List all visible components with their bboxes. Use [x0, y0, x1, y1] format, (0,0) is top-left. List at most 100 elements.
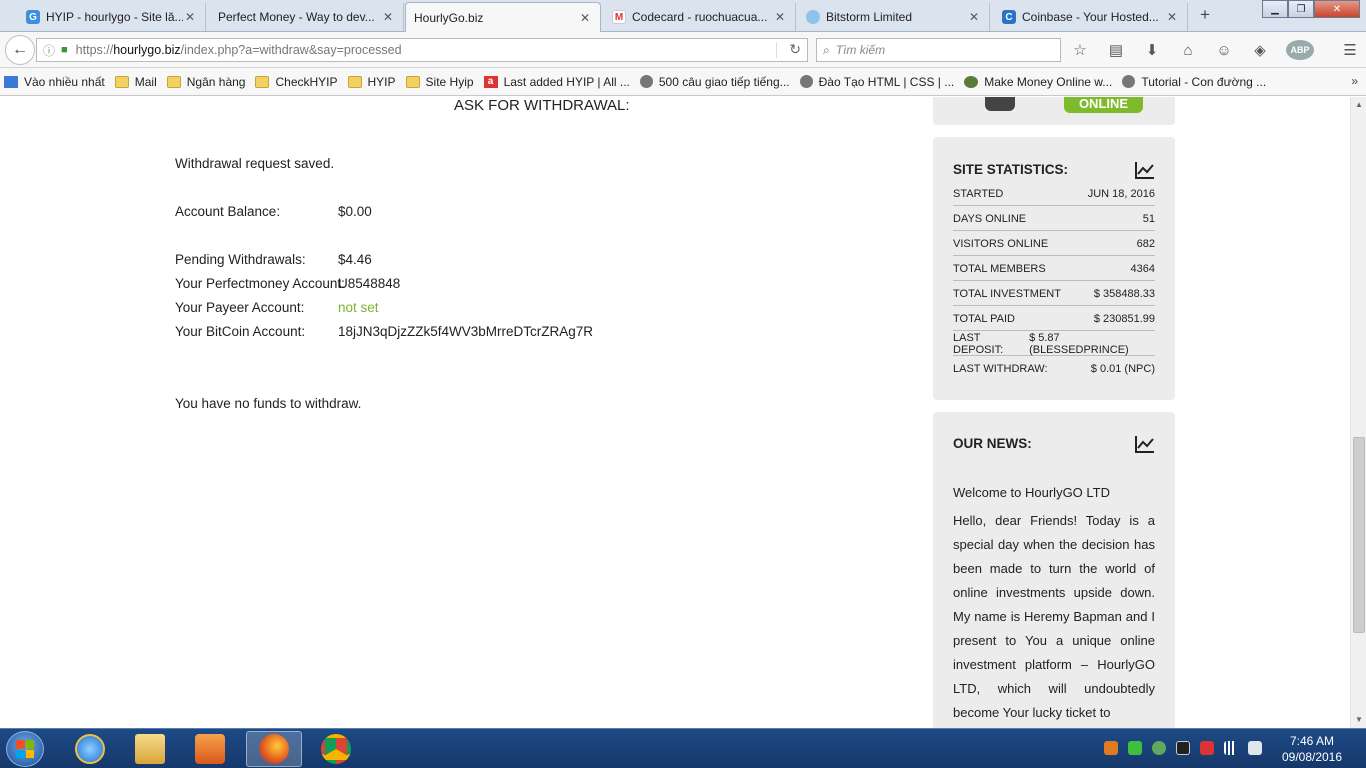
- folder-icon: [255, 75, 270, 88]
- our-news-card: OUR NEWS: Welcome to HourlyGO LTD Hello,…: [933, 412, 1175, 728]
- pocket-icon[interactable]: ◈: [1250, 40, 1270, 60]
- start-button-windows-icon[interactable]: [6, 731, 44, 767]
- keyboard-tray-icon[interactable]: [1176, 741, 1190, 755]
- new-tab-plus-icon[interactable]: +: [1196, 6, 1214, 24]
- url-path: /index.php?a=withdraw&say=processed: [180, 43, 402, 57]
- scrollbar-thumb[interactable]: [1353, 437, 1365, 633]
- bookmark-star-icon[interactable]: ☆: [1070, 40, 1090, 60]
- site-info-icon[interactable]: ⓘ: [43, 42, 55, 59]
- bookmark-most-visited[interactable]: Vào nhiều nhất: [4, 75, 105, 89]
- site-statistics-card: SITE STATISTICS: STARTED JUN 18, 2016 DAY…: [933, 137, 1175, 400]
- news-headline[interactable]: Welcome to HourlyGO LTD: [953, 485, 1110, 500]
- page-heading: ASK FOR WITHDRAWAL:: [454, 97, 630, 114]
- stat-value: $ 5.87 (BLESSEDPRINCE): [1029, 331, 1129, 356]
- tab-bitstorm[interactable]: Bitstorm Limited ✕: [798, 3, 990, 31]
- perfectmoney-row: Your Perfectmoney Account: U8548848: [175, 276, 400, 291]
- bookmark-dao-tao-html[interactable]: Đào Tạo HTML | CSS | ...: [799, 75, 954, 89]
- stat-row: TOTAL MEMBERS 4364: [953, 257, 1155, 281]
- adblock-icon[interactable]: ABP: [1286, 40, 1314, 60]
- our-news-title: OUR NEWS:: [953, 436, 1032, 451]
- url-scheme: https://: [75, 43, 114, 57]
- stat-label: LAST DEPOSIT:: [953, 331, 1004, 356]
- bookmark-500-cau[interactable]: 500 câu giao tiếp tiếng...: [639, 74, 790, 89]
- tab-codecard-gmail[interactable]: M Codecard - ruochuacua... ✕: [604, 3, 796, 31]
- folder-icon: [166, 75, 181, 88]
- menu-hamburger-icon[interactable]: ☰: [1340, 40, 1360, 60]
- navigation-bar: ← ⓘ ■ https://hourlygo.biz/index.php?a=w…: [0, 32, 1366, 68]
- back-arrow-icon[interactable]: ←: [5, 35, 35, 65]
- bookmark-label: Vào nhiều nhất: [24, 74, 105, 89]
- tab-title: Codecard - ruochuacua...: [632, 10, 768, 24]
- smiley-icon[interactable]: ☺: [1214, 40, 1234, 60]
- taskbar-chrome[interactable]: [308, 731, 364, 767]
- reload-icon[interactable]: ↻: [789, 41, 801, 58]
- network-globe-icon[interactable]: [1152, 741, 1166, 755]
- tab-coinbase[interactable]: C Coinbase - Your Hosted... ✕: [994, 3, 1188, 31]
- taskbar-file-explorer[interactable]: [122, 731, 178, 767]
- line-chart-icon: [1135, 436, 1154, 453]
- alert-flag-icon[interactable]: [1200, 741, 1214, 755]
- stat-row: DAYS ONLINE 51: [953, 207, 1155, 231]
- close-tab-icon[interactable]: ✕: [773, 10, 787, 24]
- pending-value: $4.46: [338, 252, 372, 267]
- bookmark-label: 500 câu giao tiếp tiếng...: [658, 74, 790, 89]
- close-tab-icon[interactable]: ✕: [967, 10, 981, 24]
- bookmark-tutorial[interactable]: Tutorial - Con đường ...: [1122, 75, 1266, 89]
- letter-a-icon: a: [483, 75, 498, 88]
- close-tab-icon[interactable]: ✕: [578, 11, 592, 25]
- minimize-window-icon[interactable]: ▁: [1262, 0, 1288, 18]
- bookmark-label: Last added HYIP | All ...: [503, 74, 630, 89]
- gmail-icon: M: [612, 10, 626, 24]
- close-tab-icon[interactable]: ✕: [183, 10, 197, 24]
- bookmark-make-money[interactable]: Make Money Online w...: [964, 75, 1112, 89]
- balance-label: Account Balance:: [175, 204, 281, 219]
- download-icon[interactable]: ⬇: [1142, 40, 1162, 60]
- bookmark-folder-bank[interactable]: Ngân hàng: [166, 75, 245, 89]
- signal-bars-icon[interactable]: [1224, 741, 1238, 755]
- close-tab-icon[interactable]: ✕: [1165, 10, 1179, 24]
- bookmark-folder-checkhyip[interactable]: CheckHYIP: [255, 75, 338, 89]
- taskbar-firefox[interactable]: [246, 731, 302, 767]
- bookmark-folder-hyip[interactable]: HYIP: [347, 75, 396, 89]
- scroll-up-arrow-icon[interactable]: ▲: [1351, 97, 1366, 113]
- search-input[interactable]: ⌕ Tìm kiếm: [816, 38, 1061, 62]
- tab-hyip-hourlygo[interactable]: G HYIP - hourlygo - Site lă... ✕: [18, 3, 206, 31]
- tab-perfect-money[interactable]: Perfect Money - Way to dev... ✕: [210, 3, 404, 31]
- tab-title: Perfect Money - Way to dev...: [218, 10, 375, 24]
- internet-explorer-icon: [75, 734, 105, 764]
- reading-list-icon[interactable]: ▤: [1106, 40, 1126, 60]
- taskbar-media-player[interactable]: [182, 731, 238, 767]
- tab-title: Bitstorm Limited: [826, 10, 913, 24]
- online-badge[interactable]: ONLINE: [1064, 97, 1143, 113]
- close-tab-icon[interactable]: ✕: [381, 10, 395, 24]
- stat-label: TOTAL INVESTMENT: [953, 287, 1061, 300]
- home-icon[interactable]: ⌂: [1178, 40, 1198, 60]
- security-shield-icon[interactable]: [1128, 741, 1142, 755]
- close-window-icon[interactable]: ✕: [1314, 0, 1360, 18]
- tab-hourlygo-biz[interactable]: HourlyGo.biz ✕: [405, 2, 601, 32]
- scroll-down-arrow-icon[interactable]: ▼: [1351, 712, 1366, 728]
- no-funds-message: You have no funds to withdraw.: [175, 396, 362, 411]
- stat-label: LAST WITHDRAW:: [953, 363, 1048, 375]
- stat-row: LAST WITHDRAW: $ 0.01 (NPC): [953, 357, 1155, 381]
- bookmark-folder-site-hyip[interactable]: Site Hyip: [405, 75, 474, 89]
- volume-speaker-icon[interactable]: [1248, 741, 1262, 755]
- url-bar[interactable]: ⓘ ■ https://hourlygo.biz/index.php?a=wit…: [36, 38, 808, 62]
- bookmark-last-added-hyip[interactable]: a Last added HYIP | All ...: [483, 74, 630, 89]
- bookmark-label: Mail: [134, 74, 157, 89]
- btc-value: 18jJN3qDjzZZk5f4WV3bMrreDTcrZRAg7R: [338, 324, 594, 339]
- stat-label: DAYS ONLINE: [953, 212, 1027, 225]
- taskbar-clock[interactable]: 7:46 AM 09/08/2016: [1272, 733, 1352, 765]
- windows-flag-icon: [16, 740, 34, 758]
- chrome-icon: [321, 734, 351, 764]
- page-scrollbar[interactable]: ▲ ▼: [1350, 97, 1366, 728]
- bookmarks-overflow-chevron-icon[interactable]: »: [1351, 74, 1358, 88]
- media-tray-icon[interactable]: [1104, 741, 1118, 755]
- maximize-window-icon[interactable]: ❐: [1288, 0, 1314, 18]
- folder-icon: [114, 75, 129, 88]
- pm-label: Your Perfectmoney Account:: [175, 276, 345, 291]
- bookmark-folder-mail[interactable]: Mail: [114, 74, 157, 89]
- taskbar-internet-explorer[interactable]: [62, 731, 118, 767]
- stat-label: VISITORS ONLINE: [953, 237, 1049, 250]
- btc-label: Your BitCoin Account:: [175, 324, 306, 339]
